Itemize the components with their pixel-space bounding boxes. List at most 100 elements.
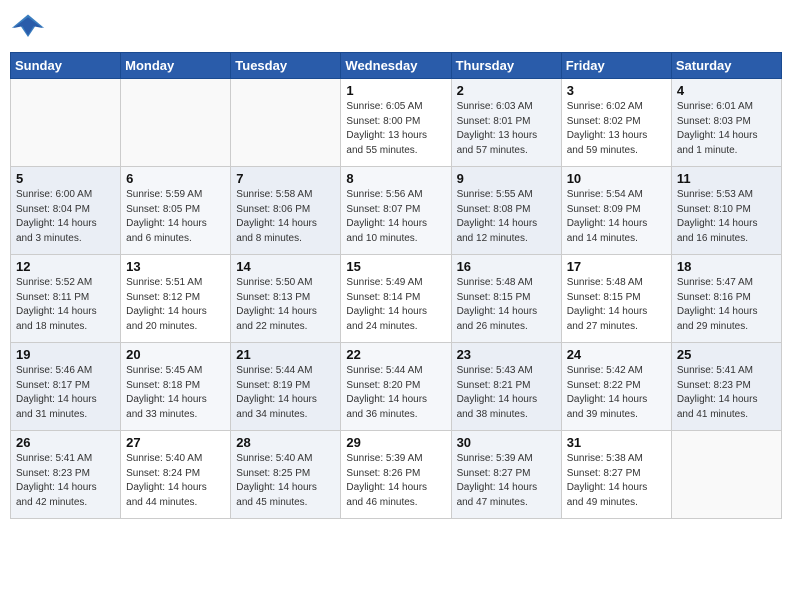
calendar-cell: 11 Sunrise: 5:53 AM Sunset: 8:10 PM Dayli…: [671, 167, 781, 255]
cell-info: Sunrise: 5:43 AM Sunset: 8:21 PM Dayligh…: [457, 364, 556, 422]
day-number: 21: [236, 347, 335, 362]
calendar-cell: 21 Sunrise: 5:44 AM Sunset: 8:19 PM Dayli…: [231, 343, 341, 431]
cell-info: Sunrise: 5:39 AM Sunset: 8:26 PM Dayligh…: [346, 452, 445, 510]
day-number: 26: [16, 435, 115, 450]
calendar-cell: 12 Sunrise: 5:52 AM Sunset: 8:11 PM Dayli…: [11, 255, 121, 343]
cell-info: Sunrise: 5:53 AM Sunset: 8:10 PM Dayligh…: [677, 188, 776, 246]
day-number: 18: [677, 259, 776, 274]
weekday-header-friday: Friday: [561, 53, 671, 79]
cell-info: Sunrise: 5:51 AM Sunset: 8:12 PM Dayligh…: [126, 276, 225, 334]
calendar-cell: 30 Sunrise: 5:39 AM Sunset: 8:27 PM Dayli…: [451, 431, 561, 519]
calendar-cell: 1 Sunrise: 6:05 AM Sunset: 8:00 PM Daylig…: [341, 79, 451, 167]
weekday-header-monday: Monday: [121, 53, 231, 79]
calendar-cell: 26Sunrise: 5:41 AM Sunset: 8:23 PM Dayli…: [11, 431, 121, 519]
day-number: 12: [16, 259, 115, 274]
calendar-cell: 16 Sunrise: 5:48 AM Sunset: 8:15 PM Dayli…: [451, 255, 561, 343]
weekday-header-wednesday: Wednesday: [341, 53, 451, 79]
calendar-cell: 4Sunrise: 6:01 AM Sunset: 8:03 PM Daylig…: [671, 79, 781, 167]
cell-info: Sunrise: 6:02 AM Sunset: 8:02 PM Dayligh…: [567, 100, 666, 158]
day-number: 3: [567, 83, 666, 98]
weekday-header-row: SundayMondayTuesdayWednesdayThursdayFrid…: [11, 53, 782, 79]
cell-info: Sunrise: 5:50 AM Sunset: 8:13 PM Dayligh…: [236, 276, 335, 334]
week-row-5: 26Sunrise: 5:41 AM Sunset: 8:23 PM Dayli…: [11, 431, 782, 519]
calendar-cell: 28 Sunrise: 5:40 AM Sunset: 8:25 PM Dayli…: [231, 431, 341, 519]
calendar-cell: [231, 79, 341, 167]
cell-info: Sunrise: 5:46 AM Sunset: 8:17 PM Dayligh…: [16, 364, 115, 422]
day-number: 14: [236, 259, 335, 274]
day-number: 24: [567, 347, 666, 362]
cell-info: Sunrise: 5:58 AM Sunset: 8:06 PM Dayligh…: [236, 188, 335, 246]
day-number: 23: [457, 347, 556, 362]
calendar-cell: 20 Sunrise: 5:45 AM Sunset: 8:18 PM Dayli…: [121, 343, 231, 431]
calendar-cell: [121, 79, 231, 167]
day-number: 10: [567, 171, 666, 186]
calendar-table: SundayMondayTuesdayWednesdayThursdayFrid…: [10, 52, 782, 519]
weekday-header-tuesday: Tuesday: [231, 53, 341, 79]
calendar-cell: 18 Sunrise: 5:47 AM Sunset: 8:16 PM Dayli…: [671, 255, 781, 343]
calendar-cell: 22 Sunrise: 5:44 AM Sunset: 8:20 PM Dayli…: [341, 343, 451, 431]
day-number: 17: [567, 259, 666, 274]
cell-info: Sunrise: 5:39 AM Sunset: 8:27 PM Dayligh…: [457, 452, 556, 510]
day-number: 2: [457, 83, 556, 98]
calendar-cell: 25 Sunrise: 5:41 AM Sunset: 8:23 PM Dayli…: [671, 343, 781, 431]
day-number: 6: [126, 171, 225, 186]
calendar-cell: 31 Sunrise: 5:38 AM Sunset: 8:27 PM Dayli…: [561, 431, 671, 519]
day-number: 29: [346, 435, 445, 450]
day-number: 9: [457, 171, 556, 186]
week-row-3: 12 Sunrise: 5:52 AM Sunset: 8:11 PM Dayli…: [11, 255, 782, 343]
cell-info: Sunrise: 6:03 AM Sunset: 8:01 PM Dayligh…: [457, 100, 556, 158]
calendar-cell: 27Sunrise: 5:40 AM Sunset: 8:24 PM Dayli…: [121, 431, 231, 519]
cell-info: Sunrise: 5:52 AM Sunset: 8:11 PM Dayligh…: [16, 276, 115, 334]
cell-info: Sunrise: 5:42 AM Sunset: 8:22 PM Dayligh…: [567, 364, 666, 422]
calendar-cell: 19 Sunrise: 5:46 AM Sunset: 8:17 PM Dayli…: [11, 343, 121, 431]
cell-info: Sunrise: 5:56 AM Sunset: 8:07 PM Dayligh…: [346, 188, 445, 246]
week-row-1: 1 Sunrise: 6:05 AM Sunset: 8:00 PM Daylig…: [11, 79, 782, 167]
week-row-2: 5Sunrise: 6:00 AM Sunset: 8:04 PM Daylig…: [11, 167, 782, 255]
calendar-cell: 24 Sunrise: 5:42 AM Sunset: 8:22 PM Dayli…: [561, 343, 671, 431]
cell-info: Sunrise: 5:44 AM Sunset: 8:19 PM Dayligh…: [236, 364, 335, 422]
day-number: 19: [16, 347, 115, 362]
cell-info: Sunrise: 5:38 AM Sunset: 8:27 PM Dayligh…: [567, 452, 666, 510]
day-number: 20: [126, 347, 225, 362]
day-number: 28: [236, 435, 335, 450]
day-number: 11: [677, 171, 776, 186]
calendar-cell: 29 Sunrise: 5:39 AM Sunset: 8:26 PM Dayli…: [341, 431, 451, 519]
cell-info: Sunrise: 5:48 AM Sunset: 8:15 PM Dayligh…: [457, 276, 556, 334]
cell-info: Sunrise: 5:59 AM Sunset: 8:05 PM Dayligh…: [126, 188, 225, 246]
week-row-4: 19 Sunrise: 5:46 AM Sunset: 8:17 PM Dayli…: [11, 343, 782, 431]
calendar-cell: 3 Sunrise: 6:02 AM Sunset: 8:02 PM Daylig…: [561, 79, 671, 167]
calendar-cell: 2 Sunrise: 6:03 AM Sunset: 8:01 PM Daylig…: [451, 79, 561, 167]
day-number: 15: [346, 259, 445, 274]
cell-info: Sunrise: 5:41 AM Sunset: 8:23 PM Dayligh…: [677, 364, 776, 422]
calendar-cell: 13Sunrise: 5:51 AM Sunset: 8:12 PM Dayli…: [121, 255, 231, 343]
cell-info: Sunrise: 5:54 AM Sunset: 8:09 PM Dayligh…: [567, 188, 666, 246]
calendar-cell: 6 Sunrise: 5:59 AM Sunset: 8:05 PM Daylig…: [121, 167, 231, 255]
cell-info: Sunrise: 5:47 AM Sunset: 8:16 PM Dayligh…: [677, 276, 776, 334]
day-number: 4: [677, 83, 776, 98]
calendar-cell: 23 Sunrise: 5:43 AM Sunset: 8:21 PM Dayli…: [451, 343, 561, 431]
cell-info: Sunrise: 5:44 AM Sunset: 8:20 PM Dayligh…: [346, 364, 445, 422]
day-number: 25: [677, 347, 776, 362]
cell-info: Sunrise: 5:40 AM Sunset: 8:25 PM Dayligh…: [236, 452, 335, 510]
calendar-cell: 10 Sunrise: 5:54 AM Sunset: 8:09 PM Dayli…: [561, 167, 671, 255]
logo: [10, 10, 50, 46]
calendar-cell: 15 Sunrise: 5:49 AM Sunset: 8:14 PM Dayli…: [341, 255, 451, 343]
calendar-cell: [11, 79, 121, 167]
cell-info: Sunrise: 5:49 AM Sunset: 8:14 PM Dayligh…: [346, 276, 445, 334]
calendar-cell: 17 Sunrise: 5:48 AM Sunset: 8:15 PM Dayli…: [561, 255, 671, 343]
cell-info: Sunrise: 5:55 AM Sunset: 8:08 PM Dayligh…: [457, 188, 556, 246]
cell-info: Sunrise: 5:48 AM Sunset: 8:15 PM Dayligh…: [567, 276, 666, 334]
cell-info: Sunrise: 6:00 AM Sunset: 8:04 PM Dayligh…: [16, 188, 115, 246]
day-number: 31: [567, 435, 666, 450]
cell-info: Sunrise: 6:05 AM Sunset: 8:00 PM Dayligh…: [346, 100, 445, 158]
day-number: 16: [457, 259, 556, 274]
calendar-cell: [671, 431, 781, 519]
day-number: 30: [457, 435, 556, 450]
day-number: 22: [346, 347, 445, 362]
cell-info: Sunrise: 5:45 AM Sunset: 8:18 PM Dayligh…: [126, 364, 225, 422]
day-number: 1: [346, 83, 445, 98]
day-number: 27: [126, 435, 225, 450]
calendar-cell: 9 Sunrise: 5:55 AM Sunset: 8:08 PM Daylig…: [451, 167, 561, 255]
calendar-cell: 5Sunrise: 6:00 AM Sunset: 8:04 PM Daylig…: [11, 167, 121, 255]
weekday-header-saturday: Saturday: [671, 53, 781, 79]
